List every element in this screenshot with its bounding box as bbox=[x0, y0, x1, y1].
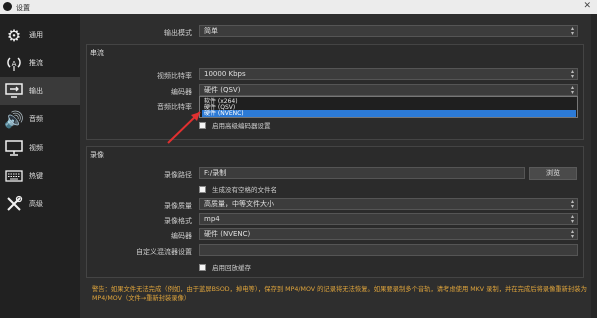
sidebar-item-label: 高级 bbox=[29, 200, 43, 208]
advanced-encoder-checkbox[interactable] bbox=[199, 121, 206, 129]
recording-format-select[interactable]: mp4 ▴ ▾ bbox=[199, 213, 578, 225]
spin-arrows-icon: ▴ ▾ bbox=[570, 213, 574, 225]
recording-path-label: 录像路径 bbox=[164, 171, 192, 179]
recording-path-input[interactable]: F:/录制 bbox=[199, 167, 525, 179]
advanced-encoder-label: 启用高级编码器设置 bbox=[212, 122, 271, 130]
recording-quality-label: 录像质量 bbox=[164, 202, 192, 210]
no-space-filename-label: 生成没有空格的文件名 bbox=[212, 186, 277, 194]
no-space-filename-checkbox[interactable] bbox=[199, 185, 206, 193]
monitor-icon bbox=[3, 137, 25, 159]
replay-buffer-row[interactable]: 启用回放缓存 bbox=[199, 262, 251, 272]
gear-icon: ⚙ bbox=[6, 25, 22, 45]
recording-quality-value: 高质量，中等文件大小 bbox=[204, 200, 274, 208]
custom-muxer-input[interactable] bbox=[199, 244, 578, 256]
output-monitor-icon bbox=[3, 80, 25, 102]
recording-section-title: 录像 bbox=[90, 151, 104, 159]
obs-logo-icon bbox=[3, 2, 12, 11]
video-bitrate-input[interactable]: 10000 Kbps ▴ ▾ bbox=[199, 68, 578, 80]
sidebar-item-hotkeys[interactable]: 热键 bbox=[0, 162, 80, 190]
tools-icon bbox=[3, 193, 25, 215]
close-icon[interactable]: ✕ bbox=[583, 1, 591, 11]
encoder-option-selected[interactable]: 硬件 (NVENC) bbox=[202, 110, 576, 117]
browse-button[interactable]: 浏览 bbox=[529, 167, 577, 180]
keyboard-icon bbox=[3, 165, 25, 187]
streaming-section-title: 串流 bbox=[90, 49, 104, 57]
sidebar-item-label: 推流 bbox=[29, 59, 43, 67]
spin-arrows-icon[interactable]: ▴ ▾ bbox=[571, 69, 574, 80]
stream-encoder-select[interactable]: 硬件 (QSV) ▴ ▾ bbox=[199, 84, 578, 96]
sidebar-item-general[interactable]: ⚙ 通用 bbox=[0, 21, 80, 49]
title-bar: 设置 ✕ bbox=[0, 0, 597, 14]
video-bitrate-value: 10000 Kbps bbox=[204, 70, 246, 78]
output-mode-label: 输出模式 bbox=[164, 29, 192, 37]
warning-text: 警告：如果文件无法完成（例如，由于蓝屏BSOD，掉电等），保存到 MP4/MOV… bbox=[92, 286, 587, 302]
recording-format-value: mp4 bbox=[204, 215, 220, 223]
sidebar-item-label: 热键 bbox=[29, 172, 43, 180]
sidebar-item-label: 通用 bbox=[29, 31, 43, 39]
stream-encoder-label: 编码器 bbox=[171, 88, 192, 96]
recording-section bbox=[86, 146, 584, 278]
recording-path-value: F:/录制 bbox=[204, 169, 227, 177]
output-mode-select[interactable]: 简单 ▴ ▾ bbox=[199, 25, 578, 37]
replay-buffer-checkbox[interactable] bbox=[199, 263, 206, 271]
encoder-dropdown-list[interactable]: 软件 (x264) 硬件 (QSV) 硬件 (NVENC) bbox=[199, 96, 578, 118]
recording-encoder-value: 硬件 (NVENC) bbox=[204, 230, 251, 238]
video-bitrate-label: 视频比特率 bbox=[157, 72, 192, 80]
sidebar-item-label: 音频 bbox=[29, 115, 43, 123]
settings-sidebar: ⚙ 通用 A 推流 输出 🔊 音频 视频 热键 高级 bbox=[0, 14, 80, 318]
spin-arrows-icon: ▴ ▾ bbox=[570, 198, 574, 210]
window-title: 设置 bbox=[16, 4, 30, 12]
recording-encoder-label: 编码器 bbox=[171, 232, 192, 240]
recording-encoder-select[interactable]: 硬件 (NVENC) ▴ ▾ bbox=[199, 228, 578, 240]
no-space-filename-row[interactable]: 生成没有空格的文件名 bbox=[199, 184, 277, 194]
sidebar-item-output[interactable]: 输出 bbox=[0, 77, 80, 105]
spin-arrows-icon: ▴ ▾ bbox=[570, 228, 574, 240]
output-mode-value: 简单 bbox=[204, 27, 218, 35]
recording-quality-select[interactable]: 高质量，中等文件大小 ▴ ▾ bbox=[199, 198, 578, 210]
replay-buffer-label: 启用回放缓存 bbox=[212, 264, 251, 272]
custom-muxer-label: 自定义混流器设置 bbox=[136, 248, 192, 256]
sidebar-item-label: 输出 bbox=[29, 87, 43, 95]
speaker-icon: 🔊 bbox=[4, 109, 24, 129]
broadcast-icon: A bbox=[3, 52, 25, 74]
sidebar-item-label: 视频 bbox=[29, 144, 43, 152]
spin-arrows-icon: ▴ ▾ bbox=[570, 25, 574, 37]
recording-format-label: 录像格式 bbox=[164, 217, 192, 225]
spin-arrows-icon: ▴ ▾ bbox=[570, 84, 574, 96]
audio-bitrate-label: 音频比特率 bbox=[157, 103, 192, 111]
stream-encoder-value: 硬件 (QSV) bbox=[204, 86, 241, 94]
sidebar-item-stream[interactable]: A 推流 bbox=[0, 49, 80, 77]
scrollbar[interactable] bbox=[591, 14, 597, 318]
sidebar-item-audio[interactable]: 🔊 音频 bbox=[0, 105, 80, 133]
advanced-encoder-checkbox-row[interactable]: 启用高级编码器设置 bbox=[199, 120, 271, 130]
sidebar-item-video[interactable]: 视频 bbox=[0, 134, 80, 162]
sidebar-item-advanced[interactable]: 高级 bbox=[0, 190, 80, 218]
